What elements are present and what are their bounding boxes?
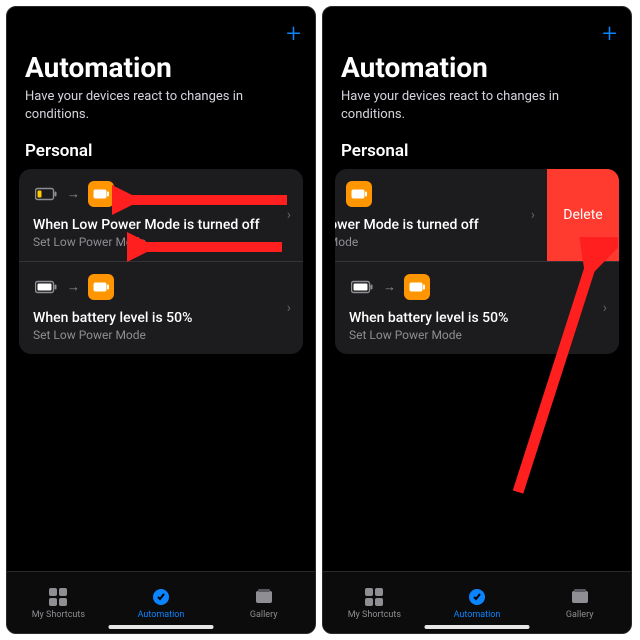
battery-full-icon — [33, 274, 59, 300]
page-header: Automation Have your devices react to ch… — [323, 47, 631, 133]
automation-row-battery-50[interactable]: → When battery level is 50% Set Low Powe… — [19, 262, 303, 354]
automation-title: Low Power Mode is turned off — [335, 217, 547, 233]
gallery-icon — [253, 586, 275, 608]
delete-label: Delete — [563, 207, 602, 223]
automation-row-low-power-off-swiped[interactable]: → Low Power Mode is turned off Power Mod… — [335, 169, 619, 262]
section-header-personal: Personal — [7, 133, 315, 169]
tab-label: Automation — [454, 610, 501, 620]
low-power-action-icon — [88, 274, 114, 300]
grid-icon — [363, 586, 385, 608]
tab-label: Gallery — [250, 610, 278, 620]
phone-screenshot-left: + Automation Have your devices react to … — [6, 6, 316, 634]
tab-bar: My Shortcuts Automation Gallery — [323, 571, 631, 633]
automations-list: → When Low Power Mode is turned off Set … — [19, 169, 303, 354]
delete-button[interactable]: Delete — [547, 169, 619, 261]
home-indicator[interactable] — [109, 625, 214, 629]
automation-subtitle: Set Low Power Mode — [349, 328, 605, 342]
automation-icon — [150, 586, 172, 608]
tab-label: Gallery — [566, 610, 594, 620]
home-indicator[interactable] — [425, 625, 530, 629]
top-bar: + — [323, 7, 631, 47]
automation-subtitle: Set Low Power Mode — [33, 328, 289, 342]
chevron-right-icon: › — [603, 300, 607, 316]
tab-bar: My Shortcuts Automation Gallery — [7, 571, 315, 633]
arrow-right-icon: → — [67, 279, 80, 295]
low-power-action-icon — [346, 181, 372, 207]
automation-title: When Low Power Mode is turned off — [33, 217, 289, 233]
automation-title: When battery level is 50% — [33, 310, 289, 326]
arrow-right-icon: → — [383, 279, 396, 295]
phone-screenshot-right: + Automation Have your devices react to … — [322, 6, 632, 634]
gallery-icon — [569, 586, 591, 608]
tab-label: My Shortcuts — [348, 610, 401, 620]
grid-icon — [47, 586, 69, 608]
tab-automation[interactable]: Automation — [426, 572, 529, 633]
low-power-action-icon — [404, 274, 430, 300]
tab-gallery[interactable]: Gallery — [212, 572, 315, 633]
automation-row-low-power-off[interactable]: → When Low Power Mode is turned off Set … — [19, 169, 303, 262]
page-title: Automation — [341, 51, 613, 84]
tab-gallery[interactable]: Gallery — [528, 572, 631, 633]
chevron-right-icon: › — [287, 300, 291, 316]
page-title: Automation — [25, 51, 297, 84]
automations-list: → Low Power Mode is turned off Power Mod… — [335, 169, 619, 354]
tab-my-shortcuts[interactable]: My Shortcuts — [7, 572, 110, 633]
arrow-right-icon: → — [67, 186, 80, 202]
automation-subtitle: Power Mode — [335, 235, 547, 249]
automation-subtitle: Set Low Power Mode — [33, 235, 289, 249]
battery-low-icon — [33, 181, 59, 207]
low-power-action-icon — [88, 181, 114, 207]
automation-icon — [466, 586, 488, 608]
page-subtitle: Have your devices react to changes in co… — [341, 88, 613, 123]
automation-row-battery-50[interactable]: → When battery level is 50% Set Low Powe… — [335, 262, 619, 354]
page-subtitle: Have your devices react to changes in co… — [25, 88, 297, 123]
tab-label: My Shortcuts — [32, 610, 85, 620]
section-header-personal: Personal — [323, 133, 631, 169]
tab-my-shortcuts[interactable]: My Shortcuts — [323, 572, 426, 633]
tab-label: Automation — [138, 610, 185, 620]
chevron-right-icon: › — [531, 207, 535, 223]
tab-automation[interactable]: Automation — [110, 572, 213, 633]
add-button[interactable]: + — [602, 21, 617, 47]
add-button[interactable]: + — [286, 21, 301, 47]
automation-title: When battery level is 50% — [349, 310, 605, 326]
chevron-right-icon: › — [287, 207, 291, 223]
page-header: Automation Have your devices react to ch… — [7, 47, 315, 133]
battery-full-icon — [349, 274, 375, 300]
top-bar: + — [7, 7, 315, 47]
